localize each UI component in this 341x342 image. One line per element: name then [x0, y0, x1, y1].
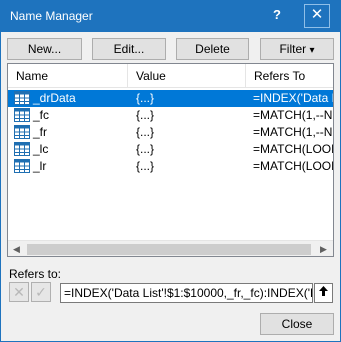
- collapse-dialog-button[interactable]: [314, 283, 333, 303]
- row-value: {...}: [136, 91, 155, 105]
- cancel-icon: ✕: [13, 284, 25, 300]
- checkmark-icon: ✓: [35, 284, 47, 300]
- edit-button[interactable]: Edit...: [92, 38, 166, 60]
- close-button[interactable]: Close: [260, 313, 334, 335]
- close-button-label: Close: [281, 317, 313, 331]
- row-value: {...}: [136, 159, 155, 173]
- named-range-icon: [14, 125, 30, 139]
- delete-button-label: Delete: [195, 42, 230, 56]
- refers-to-label: Refers to:: [9, 267, 61, 281]
- row-name: _drData: [33, 91, 76, 105]
- row-name: _fr: [33, 125, 48, 139]
- column-header-name[interactable]: Name: [8, 64, 128, 88]
- list-item[interactable]: _drData {...} =INDEX('Data Lis: [8, 90, 333, 107]
- title-bar[interactable]: Name Manager ? ✕: [1, 1, 340, 32]
- list-item[interactable]: _fc {...} =MATCH(1,--NOT: [8, 107, 333, 124]
- row-refers-to: =INDEX('Data Lis: [253, 91, 333, 105]
- confirm-edit-button[interactable]: ✓: [31, 282, 51, 302]
- row-refers-to: =MATCH(1,--NOT: [253, 108, 333, 122]
- scroll-left-icon[interactable]: ◀: [8, 241, 25, 256]
- close-icon: ✕: [310, 6, 324, 23]
- row-value: {...}: [136, 125, 155, 139]
- scrollbar-thumb[interactable]: [27, 244, 311, 255]
- refers-to-input[interactable]: =INDEX('Data List'!$1:$10000,_fr,_fc):IN…: [60, 283, 313, 303]
- list-item[interactable]: _lr {...} =MATCH(LOOKU: [8, 158, 333, 175]
- row-refers-to: =MATCH(LOOKU: [253, 142, 333, 156]
- window-title: Name Manager: [10, 9, 93, 23]
- window-close-button[interactable]: ✕: [304, 4, 330, 28]
- list-item[interactable]: _lc {...} =MATCH(LOOKU: [8, 141, 333, 158]
- help-button[interactable]: ?: [270, 5, 284, 25]
- row-value: {...}: [136, 108, 155, 122]
- names-list[interactable]: Name Value Refers To _drData {...} =INDEX(…: [7, 63, 334, 257]
- named-range-icon: [14, 108, 30, 122]
- collapse-arrow-icon: [319, 286, 328, 296]
- list-header: Name Value Refers To: [8, 64, 333, 88]
- filter-button-label: Filter: [279, 42, 307, 56]
- named-range-icon: [14, 91, 30, 105]
- row-refers-to: =MATCH(LOOKU: [253, 159, 333, 173]
- cancel-edit-button[interactable]: ✕: [9, 282, 29, 302]
- row-name: _lr: [33, 159, 47, 173]
- name-manager-dialog: Name Manager ? ✕ New... Edit... Delete F…: [0, 0, 341, 342]
- row-value: {...}: [136, 142, 155, 156]
- new-button-label: New...: [27, 42, 62, 56]
- list-item[interactable]: _fr {...} =MATCH(1,--NOT: [8, 124, 333, 141]
- row-refers-to: =MATCH(1,--NOT: [253, 125, 333, 139]
- named-range-icon: [14, 159, 30, 173]
- delete-button[interactable]: Delete: [176, 38, 249, 60]
- new-button[interactable]: New...: [7, 38, 82, 60]
- edit-button-label: Edit...: [113, 42, 145, 56]
- row-name: _fc: [33, 108, 50, 122]
- horizontal-scrollbar[interactable]: ◀ ▶: [8, 240, 333, 256]
- column-header-refers-to[interactable]: Refers To: [246, 64, 333, 88]
- refers-to-label-text: Refers to:: [9, 267, 62, 281]
- row-name: _lc: [33, 142, 49, 156]
- scroll-right-icon[interactable]: ▶: [315, 241, 332, 256]
- chevron-down-icon: ▾: [309, 45, 315, 56]
- filter-button[interactable]: Filter ▾: [260, 38, 334, 60]
- column-header-value[interactable]: Value: [128, 64, 246, 88]
- named-range-icon: [14, 142, 30, 156]
